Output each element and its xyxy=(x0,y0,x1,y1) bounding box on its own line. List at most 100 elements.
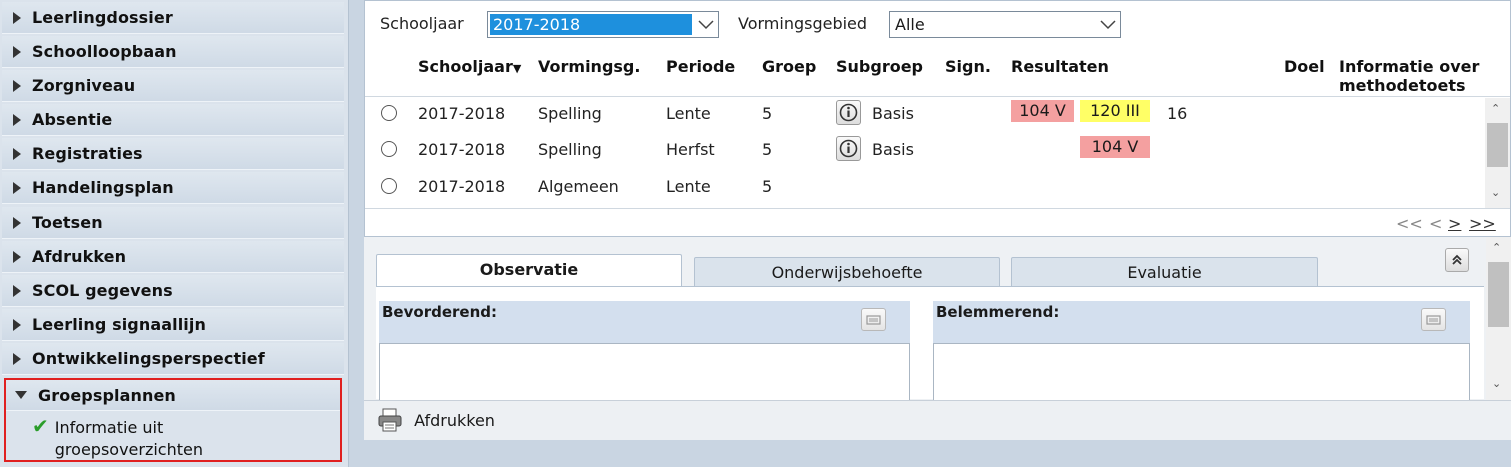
sidebar-item-groepsplannen[interactable]: Groepsplannen xyxy=(6,380,340,411)
sidebar-item-zorgniveau[interactable]: Zorgniveau xyxy=(2,70,344,102)
chevron-right-icon xyxy=(13,284,21,297)
bottom-toolbar: Afdrukken xyxy=(364,400,1511,441)
col-header-subgroep[interactable]: Subgroep xyxy=(836,57,923,76)
sidebar-item-label: Leerlingdossier xyxy=(32,8,173,27)
tab-evaluatie[interactable]: Evaluatie xyxy=(1011,257,1318,287)
main-content: Schooljaar 2017-2018 Vormingsgebied Alle… xyxy=(364,0,1511,467)
afdrukken-button[interactable]: Afdrukken xyxy=(377,408,495,432)
info-icon[interactable] xyxy=(836,136,861,161)
belemmerend-textarea[interactable] xyxy=(933,343,1470,403)
scroll-up-icon[interactable]: ⌃ xyxy=(1492,241,1501,254)
col-header-groep[interactable]: Groep xyxy=(762,57,816,76)
cell-periode: Lente xyxy=(666,104,711,123)
sidebar-subitem-informatie-uit-groepsoverzichten[interactable]: ✔ Informatie uit groepsoverzichten xyxy=(6,411,340,461)
sidebar: Leerlingdossier Schoolloopbaan Zorgnivea… xyxy=(0,0,349,467)
sidebar-item-absentie[interactable]: Absentie xyxy=(2,104,344,136)
chevron-right-icon xyxy=(13,216,21,229)
cell-vormingsg: Algemeen xyxy=(538,177,619,196)
sidebar-item-schoolloopbaan[interactable]: Schoolloopbaan xyxy=(2,36,344,68)
sidebar-item-registraties[interactable]: Registraties xyxy=(2,138,344,170)
result-badge-red: 104 V xyxy=(1011,100,1074,122)
bottom-strip xyxy=(364,440,1511,467)
col-header-informatie[interactable]: Informatie over methodetoets xyxy=(1339,57,1479,95)
cell-vormingsg: Spelling xyxy=(538,104,602,123)
sidebar-item-scol-gegevens[interactable]: SCOL gegevens xyxy=(2,275,344,307)
vormingsgebied-select-value: Alle xyxy=(895,15,925,34)
chevron-down-icon xyxy=(694,12,718,37)
col-header-label: Informatie over xyxy=(1339,57,1480,76)
schooljaar-select-value: 2017-2018 xyxy=(490,14,692,35)
sidebar-item-toetsen[interactable]: Toetsen xyxy=(2,207,344,239)
schooljaar-select[interactable]: 2017-2018 xyxy=(487,11,719,38)
cell-groep: 5 xyxy=(762,140,773,159)
sidebar-item-leerlingdossier[interactable]: Leerlingdossier xyxy=(2,2,344,34)
table-row[interactable]: 2017-2018 Algemeen Lente 5 xyxy=(365,169,1485,205)
tab-content-observatie: Bevorderend: Belemmerend: xyxy=(376,286,1484,403)
sidebar-item-label: Leerling signaallijn xyxy=(32,315,206,334)
col-header-doel[interactable]: Doel xyxy=(1284,57,1325,76)
table-row[interactable]: 2017-2018 Spelling Herfst 5 Basis 104 V xyxy=(365,132,1485,168)
chevron-down-icon xyxy=(1096,12,1120,37)
scroll-up-icon[interactable]: ⌃ xyxy=(1491,102,1500,115)
afdrukken-label: Afdrukken xyxy=(414,410,495,430)
chevron-right-icon xyxy=(13,11,21,24)
cell-schooljaar: 2017-2018 xyxy=(418,140,506,159)
sidebar-item-ontwikkelingsperspectief[interactable]: Ontwikkelingsperspectief xyxy=(2,343,344,375)
row-radio[interactable] xyxy=(381,105,397,121)
bevorderend-textarea[interactable] xyxy=(379,343,910,403)
col-header-periode[interactable]: Periode xyxy=(666,57,735,76)
results-panel: Schooljaar 2017-2018 Vormingsgebied Alle… xyxy=(364,0,1511,237)
sidebar-item-leerling-signaallijn[interactable]: Leerling signaallijn xyxy=(2,309,344,341)
sub-label-line2: groepsoverzichten xyxy=(54,440,203,459)
pager-last[interactable]: >> xyxy=(1469,214,1496,233)
checkmark-icon: ✔ xyxy=(32,414,49,438)
pager-first[interactable]: << xyxy=(1396,214,1423,233)
sidebar-item-label: Ontwikkelingsperspectief xyxy=(32,349,265,368)
result-badge-yellow: 120 III xyxy=(1080,100,1150,122)
sidebar-item-handelingsplan[interactable]: Handelingsplan xyxy=(2,172,344,204)
sort-desc-icon: ▼ xyxy=(512,62,522,75)
table-row[interactable]: 2017-2018 Spelling Lente 5 Basis 104 V 1… xyxy=(365,96,1485,132)
cell-extra: 16 xyxy=(1167,104,1188,123)
sidebar-subitem-label: Informatie uit groepsoverzichten xyxy=(55,417,203,461)
row-radio[interactable] xyxy=(381,178,397,194)
printer-icon xyxy=(378,408,402,432)
bevorderend-label: Bevorderend: xyxy=(382,303,497,321)
vormingsgebied-select[interactable]: Alle xyxy=(889,11,1121,38)
sidebar-item-label: Absentie xyxy=(32,110,113,129)
chevron-down-icon xyxy=(15,391,27,399)
cell-periode: Herfst xyxy=(666,140,715,159)
tab-observatie[interactable]: Observatie xyxy=(376,254,682,287)
col-header-schooljaar[interactable]: Schooljaar▼ xyxy=(418,57,521,78)
col-header-sign[interactable]: Sign. xyxy=(945,57,991,76)
pager-prev[interactable]: < xyxy=(1429,214,1442,233)
scrollbar-thumb[interactable] xyxy=(1488,262,1509,327)
pager-next[interactable]: > xyxy=(1448,214,1461,233)
sidebar-item-afdrukken[interactable]: Afdrukken xyxy=(2,241,344,273)
tab-onderwijsbehoefte[interactable]: Onderwijsbehoefte xyxy=(694,257,1000,287)
col-header-label: Schooljaar xyxy=(418,57,513,76)
vormingsgebied-label: Vormingsgebied xyxy=(738,14,868,33)
chevron-right-icon xyxy=(13,318,21,331)
detail-scrollbar[interactable]: ⌃ ⌄ xyxy=(1486,237,1511,400)
scrollbar-thumb[interactable] xyxy=(1487,123,1508,167)
chevron-right-icon xyxy=(13,250,21,263)
double-chevron-up-icon xyxy=(1452,254,1462,265)
note-icon[interactable] xyxy=(1421,308,1446,331)
collapse-button[interactable] xyxy=(1445,248,1469,272)
col-header-resultaten[interactable]: Resultaten xyxy=(1011,57,1109,76)
cell-vormingsg: Spelling xyxy=(538,140,602,159)
scroll-down-icon[interactable]: ⌄ xyxy=(1492,377,1501,390)
chevron-right-icon xyxy=(13,352,21,365)
cell-groep: 5 xyxy=(762,104,773,123)
row-radio[interactable] xyxy=(381,141,397,157)
table-scrollbar[interactable]: ⌃ ⌄ xyxy=(1485,98,1510,208)
scroll-down-icon[interactable]: ⌄ xyxy=(1491,186,1500,199)
detail-panel: Observatie Onderwijsbehoefte Evaluatie B… xyxy=(364,237,1511,467)
info-icon[interactable] xyxy=(836,100,861,125)
cell-subgroep: Basis xyxy=(872,104,914,123)
sidebar-item-label: Zorgniveau xyxy=(32,76,136,95)
sidebar-item-label: Registraties xyxy=(32,144,143,163)
col-header-vormingsg[interactable]: Vormingsg. xyxy=(538,57,640,76)
note-icon[interactable] xyxy=(861,308,886,331)
